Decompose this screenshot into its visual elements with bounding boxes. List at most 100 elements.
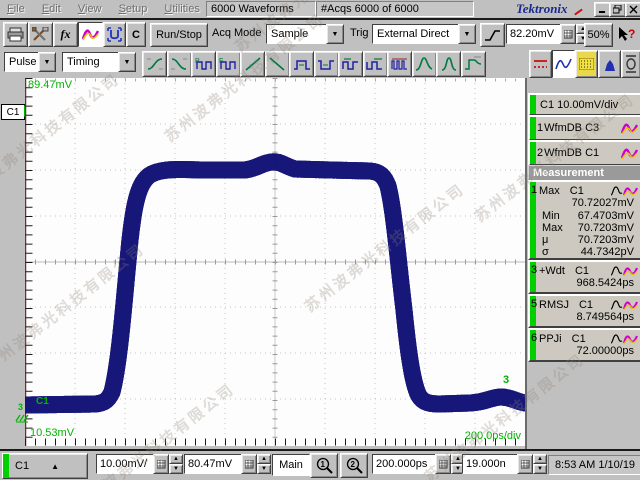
fall-time-icon[interactable] xyxy=(167,51,192,77)
increment-button[interactable]: ▲ xyxy=(257,454,271,464)
vector-display-icon[interactable] xyxy=(552,50,575,78)
menu-edit[interactable]: Edit xyxy=(35,0,68,17)
rising-slope-icon[interactable] xyxy=(240,51,265,77)
svg-text:F: F xyxy=(219,58,223,65)
fx-icon[interactable]: fx xyxy=(53,22,78,47)
vertical-offset-spinner[interactable]: 80.47mV ▲▼ xyxy=(184,454,271,474)
waveform-count-readout: 6000 Waveforms xyxy=(206,1,316,17)
context-help-icon[interactable]: ? xyxy=(614,23,638,45)
waveform-row-wfmdb-c3[interactable]: 1 WfmDB C3 xyxy=(528,115,640,141)
menu-view[interactable]: View xyxy=(71,0,109,17)
chevron-down-icon[interactable]: ▼ xyxy=(38,52,56,72)
zoom-2-magnifier-icon[interactable]: 2 xyxy=(340,453,368,478)
clock-readout: 8:53 AM 1/10/19 xyxy=(548,455,640,475)
menu-bar: File Edit View Setup Utilities Help 6000… xyxy=(0,0,640,18)
svg-text:?: ? xyxy=(628,27,635,41)
negative-width-icon[interactable] xyxy=(314,51,339,77)
measurement-row-pos-width[interactable]: 3 +Wdt C1 968.5424ps xyxy=(528,260,640,294)
pulse-icon xyxy=(610,334,623,344)
chevron-down-icon[interactable]: ▼ xyxy=(326,24,344,44)
trace-label: C1 xyxy=(36,396,49,407)
pulse-icon xyxy=(610,266,623,276)
measurement-source: C1 xyxy=(570,185,584,197)
control-panel: Waveform C1 10.00mV/div 1 WfmDB C3 2 Wfm… xyxy=(527,78,640,450)
burst-width-icon[interactable] xyxy=(387,51,412,77)
acq-mode-label: Acq Mode xyxy=(212,27,262,39)
positive-width-icon[interactable] xyxy=(289,51,314,77)
measurement-number: 3 xyxy=(531,264,537,276)
waveform-database-icon[interactable] xyxy=(575,50,598,78)
keypad-icon[interactable] xyxy=(517,454,533,474)
menu-file[interactable]: File xyxy=(0,0,32,17)
vertical-units-icon[interactable] xyxy=(103,22,126,47)
menu-utilities[interactable]: Utilities xyxy=(157,0,206,17)
rise-time-icon[interactable] xyxy=(142,51,167,77)
measurement-row-max[interactable]: 1 Max C1 70.72027mV Min67.4703mV Max70.7… xyxy=(528,180,640,260)
channel-select-button[interactable]: C1 ▲ xyxy=(2,453,88,479)
chevron-down-icon[interactable]: ▼ xyxy=(118,52,136,72)
region-marker-right[interactable]: 3 xyxy=(503,374,509,386)
keypad-icon[interactable] xyxy=(560,24,576,44)
pulse-icon xyxy=(610,186,623,196)
horizontal-scale-spinner[interactable]: 200.000ps ▲▼ xyxy=(372,454,465,474)
measurement-number: 6 xyxy=(531,332,537,344)
positive-overshoot-icon[interactable] xyxy=(412,51,437,77)
trigger-level-spinner[interactable]: 82.20mV ▲▼ xyxy=(506,24,590,44)
horizontal-position-spinner[interactable]: 19.000n ▲▼ xyxy=(462,454,547,474)
channel-color-stripe xyxy=(530,95,536,114)
period-icon[interactable]: P xyxy=(191,51,216,77)
settling-time-icon[interactable] xyxy=(461,51,486,77)
cursors-icon[interactable] xyxy=(529,50,552,78)
waveform-icon xyxy=(623,266,638,277)
timebase-label: 200.0ps/div xyxy=(465,430,521,442)
histogram-icon[interactable] xyxy=(598,50,621,78)
keypad-icon[interactable] xyxy=(435,454,451,474)
waveform-display-icon[interactable] xyxy=(78,22,103,47)
decrement-button[interactable]: ▼ xyxy=(257,464,271,474)
measurement-name: Max xyxy=(539,185,560,197)
top-voltage-label: 89.47mV xyxy=(28,79,72,91)
trigger-source-select[interactable]: External Direct▼ xyxy=(372,24,476,44)
close-icon[interactable] xyxy=(625,2,640,17)
run-stop-button[interactable]: Run/Stop xyxy=(150,23,208,47)
mask-test-icon[interactable] xyxy=(621,50,640,78)
measurement-panel-header: Measurement xyxy=(528,165,640,181)
gaussian-pulse-icon[interactable] xyxy=(436,51,461,77)
falling-slope-icon[interactable] xyxy=(265,51,290,77)
chevron-down-icon[interactable]: ▼ xyxy=(458,24,476,44)
decrement-button[interactable]: ▼ xyxy=(169,464,183,474)
logo-accent xyxy=(574,9,583,16)
intensity-button[interactable]: 50% xyxy=(584,23,613,47)
frequency-icon[interactable]: F xyxy=(216,51,241,77)
bottom-bar: C1 ▲ 10.00mV/ ▲▼ 80.47mV ▲▼ Main 1 2 200… xyxy=(0,451,640,480)
channel-position-marker[interactable]: C1 xyxy=(1,104,25,120)
keypad-icon[interactable] xyxy=(153,454,169,474)
keypad-icon[interactable] xyxy=(241,454,257,474)
measure-subcategory-select[interactable]: Timing▼ xyxy=(62,52,136,72)
measurement-row-pp-jitter[interactable]: 6 PPJi C1 72.00000ps xyxy=(528,328,640,362)
increment-button[interactable]: ▲ xyxy=(533,454,547,464)
print-icon[interactable] xyxy=(3,22,28,47)
vertical-scale-spinner[interactable]: 10.00mV/ ▲▼ xyxy=(96,454,183,474)
measurement-row-rms-jitter[interactable]: 5 RMSJ C1 8.749564ps xyxy=(528,294,640,328)
waveform-row-c1[interactable]: C1 10.00mV/div xyxy=(528,93,640,116)
zoom-1-magnifier-icon[interactable]: 1 xyxy=(310,453,338,478)
main-toolbar: fx C Run/Stop Acq Mode Sample▼ Trig Exte… xyxy=(0,20,640,48)
oscilloscope-application-window: File Edit View Setup Utilities Help 6000… xyxy=(0,0,640,480)
clear-data-icon[interactable]: C xyxy=(126,22,146,47)
menu-setup[interactable]: Setup xyxy=(112,0,155,17)
acq-mode-select[interactable]: Sample▼ xyxy=(266,24,344,44)
increment-button[interactable]: ▲ xyxy=(169,454,183,464)
measure-category-select[interactable]: Pulse▼ xyxy=(4,52,56,72)
svg-text:1: 1 xyxy=(320,460,325,469)
trigger-slope-icon[interactable] xyxy=(480,23,505,47)
positive-duty-cycle-icon[interactable] xyxy=(338,51,363,77)
waveform-icon xyxy=(623,186,638,197)
decrement-button[interactable]: ▼ xyxy=(533,464,547,474)
negative-duty-cycle-icon[interactable] xyxy=(363,51,388,77)
measurement-number: 5 xyxy=(531,298,537,310)
restore-button[interactable] xyxy=(609,2,626,17)
waveform-row-wfmdb-c1[interactable]: 2 WfmDB C1 xyxy=(528,140,640,166)
waveform-icon xyxy=(623,300,638,311)
tools-icon[interactable] xyxy=(28,22,53,47)
